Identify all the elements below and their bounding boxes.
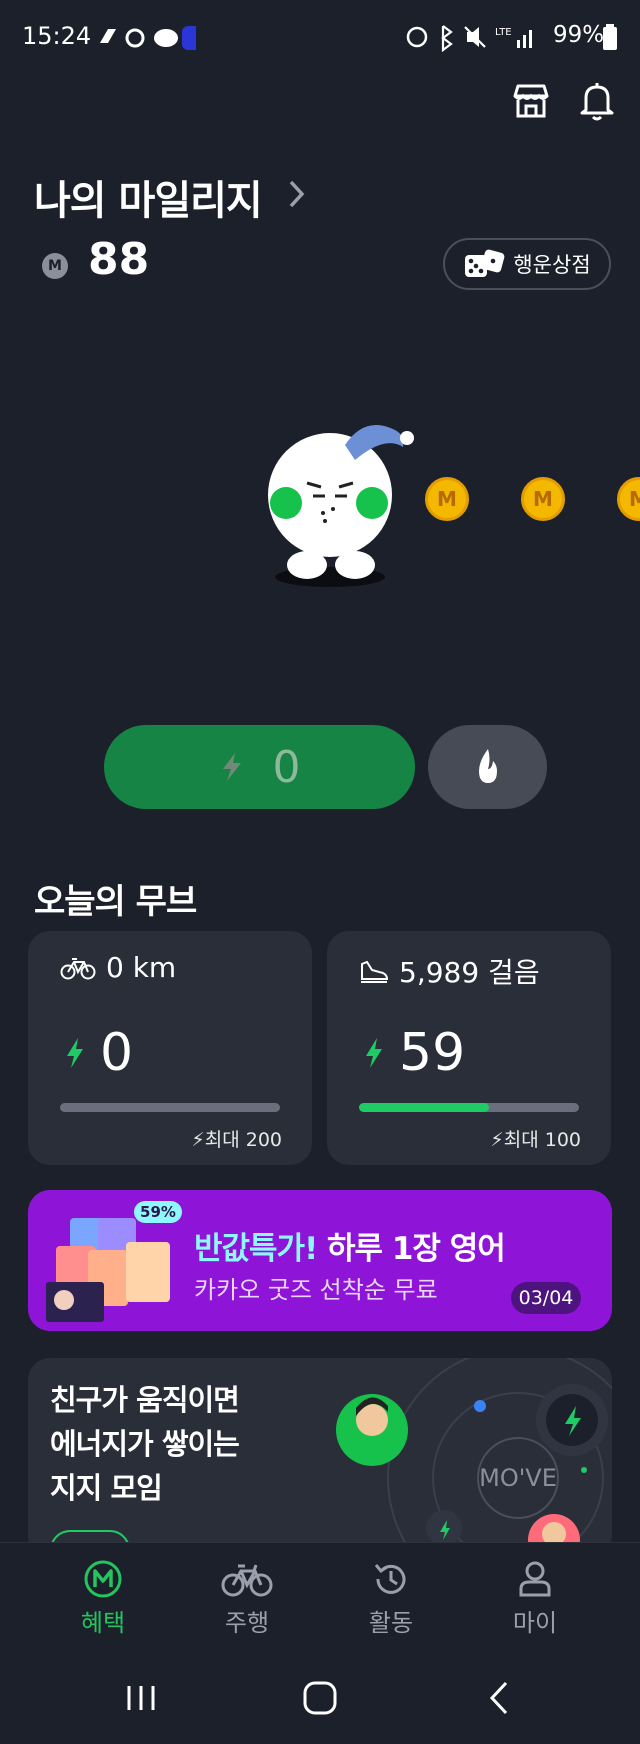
mileage-coin-pickup[interactable]: M bbox=[425, 477, 469, 521]
walk-max-label: ⚡최대 100 bbox=[490, 1129, 581, 1151]
lucky-shop-label: 행운상점 bbox=[513, 253, 591, 277]
promo-banner[interactable]: 59% 반값특가! 하루 1장 영어 카카오 굿즈 선착순 무료 03/04 bbox=[28, 1190, 612, 1331]
battery-percentage: 99% bbox=[553, 22, 605, 48]
mileage-value: 88 bbox=[88, 234, 150, 285]
status-time: 15:24 bbox=[22, 22, 92, 50]
dice-icon bbox=[465, 249, 505, 277]
store-icon[interactable] bbox=[510, 80, 552, 122]
walk-energy-value: 59 bbox=[399, 1023, 466, 1083]
bike-card[interactable]: 0 km 0 ⚡최대 200 bbox=[28, 931, 312, 1165]
nav-label: 활동 bbox=[368, 1609, 414, 1637]
status-bar: 15:24 LTE 99% bbox=[0, 0, 640, 76]
home-icon[interactable] bbox=[302, 1680, 338, 1716]
system-nav-bar bbox=[0, 1664, 640, 1744]
nav-label: 주행 bbox=[224, 1609, 270, 1637]
nav-label: 마이 bbox=[512, 1609, 558, 1637]
nav-label: 혜택 bbox=[80, 1609, 126, 1637]
system-status-icons: LTE bbox=[406, 25, 532, 52]
friends-illustration: MO'VE bbox=[336, 1358, 612, 1558]
lightning-icon bbox=[366, 1038, 382, 1068]
walk-progress-bar bbox=[359, 1103, 579, 1112]
svg-text:LTE: LTE bbox=[495, 27, 512, 38]
fire-button[interactable] bbox=[428, 725, 547, 809]
move-logo: MO'VE bbox=[479, 1464, 557, 1492]
nav-item-benefits[interactable]: 혜택 bbox=[53, 1559, 153, 1638]
walk-card[interactable]: 5,989 걸음 59 ⚡최대 100 bbox=[327, 931, 611, 1165]
mileage-title[interactable]: 나의 마일리지 bbox=[34, 168, 263, 226]
nav-item-ride[interactable]: 주행 bbox=[197, 1559, 297, 1638]
friends-card[interactable]: 친구가 움직이면 에너지가 쌓이는 지지 모임 MO'VE bbox=[28, 1358, 612, 1558]
person-icon bbox=[519, 1561, 551, 1597]
bike-distance: 0 km bbox=[106, 951, 177, 984]
lucky-shop-button[interactable]: 행운상점 bbox=[443, 238, 611, 290]
bicycle-icon bbox=[60, 957, 96, 979]
lightning-icon bbox=[222, 753, 241, 781]
energy-value: 0 bbox=[272, 741, 301, 793]
energy-collect-button[interactable]: 0 bbox=[104, 725, 415, 809]
bike-max-label: ⚡최대 200 bbox=[191, 1129, 282, 1151]
banner-page-indicator: 03/04 bbox=[511, 1282, 581, 1314]
history-icon bbox=[374, 1564, 406, 1594]
bottom-nav: 혜택 주행 활동 마이 bbox=[0, 1542, 640, 1664]
mascot-character[interactable] bbox=[255, 405, 415, 595]
mileage-m-icon bbox=[84, 1560, 122, 1598]
section-title-today: 오늘의 무브 bbox=[34, 882, 197, 922]
nav-item-my[interactable]: 마이 bbox=[485, 1559, 585, 1638]
back-icon[interactable] bbox=[486, 1680, 514, 1716]
lightning-icon bbox=[67, 1038, 83, 1068]
bicycle-icon bbox=[221, 1564, 273, 1597]
bike-progress-bar bbox=[60, 1103, 280, 1112]
step-count: 5,989 걸음 bbox=[399, 956, 540, 989]
mileage-coin-pickup[interactable]: M bbox=[521, 477, 565, 521]
recent-apps-icon[interactable] bbox=[124, 1682, 158, 1714]
chevron-right-icon[interactable] bbox=[287, 176, 307, 212]
shoe-icon bbox=[361, 960, 389, 983]
mileage-coin-pickup[interactable]: M bbox=[617, 477, 640, 521]
discount-badge: 59% bbox=[134, 1201, 182, 1223]
banner-subtext: 카카오 굿즈 선착순 무료 bbox=[194, 1276, 438, 1304]
nav-item-activity[interactable]: 활동 bbox=[341, 1559, 441, 1638]
banner-illustration bbox=[46, 1218, 170, 1322]
flame-icon bbox=[478, 749, 497, 783]
bike-energy-value: 0 bbox=[100, 1023, 134, 1083]
mileage-coin-icon: M bbox=[42, 253, 68, 279]
banner-headline: 반값특가! 하루 1장 영어 bbox=[194, 1231, 506, 1267]
friends-card-text: 친구가 움직이면 에너지가 쌓이는 지지 모임 bbox=[50, 1383, 240, 1505]
battery-icon bbox=[603, 24, 617, 50]
bell-icon[interactable] bbox=[576, 80, 618, 122]
notification-icons bbox=[100, 26, 196, 50]
